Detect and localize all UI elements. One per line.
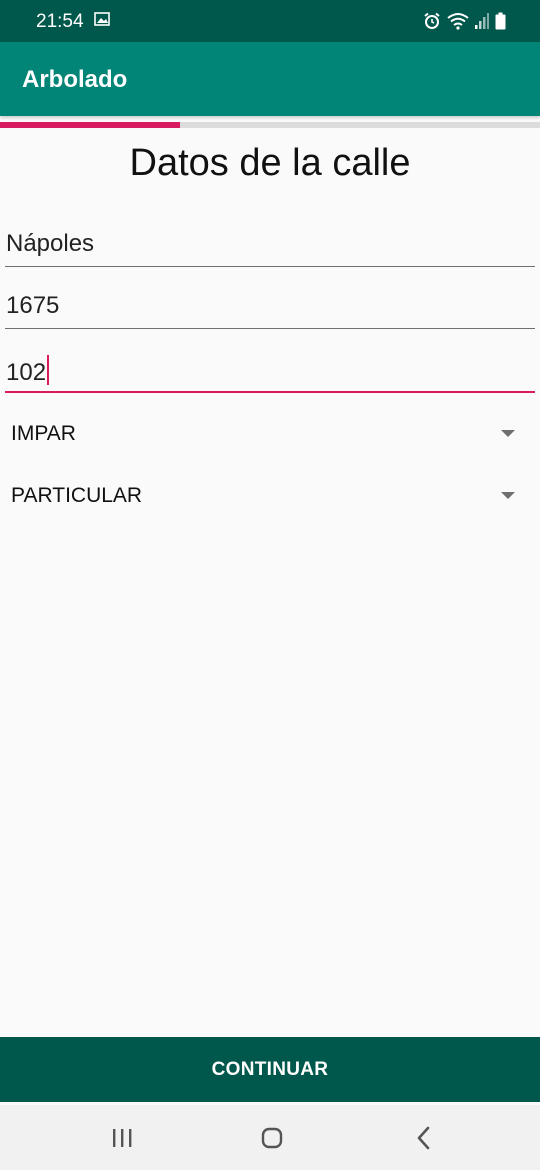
- ownership-select-value: PARTICULAR: [11, 484, 143, 507]
- recent-apps-icon[interactable]: [104, 1120, 140, 1156]
- app-bar: Arbolado: [0, 42, 540, 116]
- dropdown-arrow-icon: [501, 430, 515, 437]
- page-title: Datos de la calle: [129, 142, 411, 184]
- back-icon[interactable]: [406, 1120, 442, 1156]
- status-bar: 21:54: [0, 0, 540, 42]
- street-name-value: Nápoles: [6, 230, 95, 257]
- ownership-select[interactable]: PARTICULAR: [0, 470, 540, 522]
- battery-icon: [495, 12, 506, 30]
- street-number-field[interactable]: 1675: [5, 284, 535, 329]
- number-field[interactable]: 102: [5, 347, 535, 393]
- progress-fill: [0, 122, 180, 128]
- status-time: 21:54: [36, 11, 84, 32]
- progress-bar: [0, 122, 540, 128]
- parity-select[interactable]: IMPAR: [0, 408, 540, 460]
- app-title: Arbolado: [22, 66, 128, 93]
- signal-icon: [475, 13, 489, 29]
- text-cursor: [47, 355, 50, 385]
- street-number-value: 1675: [6, 292, 60, 319]
- navigation-bar: [0, 1105, 540, 1170]
- number-field-text: 102: [6, 355, 50, 387]
- alarm-icon: [424, 12, 440, 29]
- status-icons: [423, 11, 506, 31]
- dropdown-arrow-icon: [501, 492, 515, 499]
- parity-select-value: IMPAR: [11, 422, 76, 445]
- gallery-icon: [94, 12, 110, 26]
- street-name-field[interactable]: Nápoles: [5, 222, 535, 267]
- number-field-value: 102: [6, 359, 47, 386]
- continue-button[interactable]: CONTINUAR: [0, 1037, 540, 1102]
- wifi-icon: [447, 13, 469, 30]
- home-icon[interactable]: [254, 1120, 290, 1156]
